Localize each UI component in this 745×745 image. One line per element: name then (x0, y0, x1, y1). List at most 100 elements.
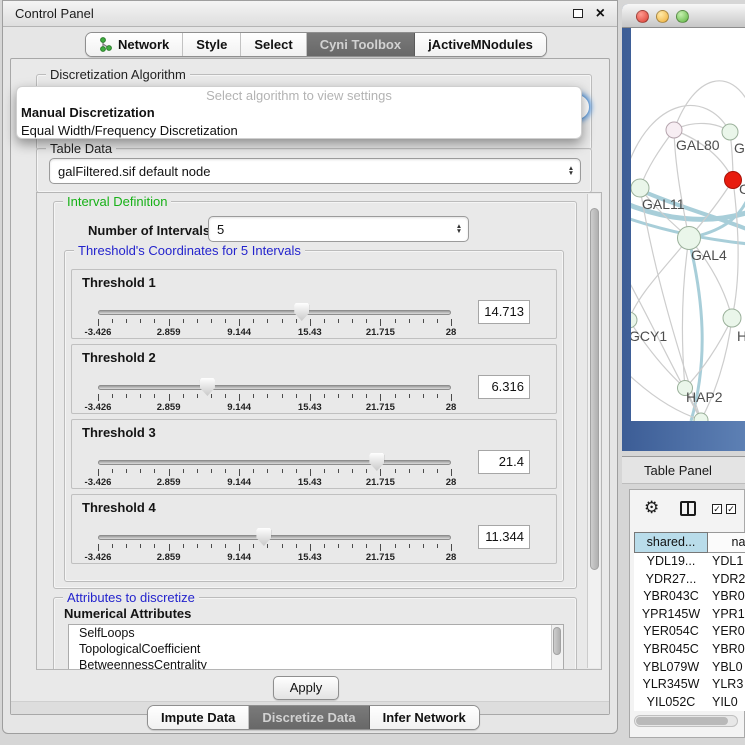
attribute-list-item-topologicalcoefficient[interactable]: TopologicalCoefficient (69, 641, 563, 657)
column-header-shared-[interactable]: shared... (634, 532, 708, 553)
major-tick (451, 544, 452, 551)
checkbox-icon[interactable]: ✓ (712, 504, 722, 514)
tab-label: Impute Data (161, 710, 235, 725)
minor-tick (437, 319, 438, 323)
apply-button[interactable]: Apply (273, 676, 339, 700)
slider-track[interactable] (98, 310, 451, 315)
node-label-ga: GA (734, 140, 745, 156)
discretization-algorithm-group-title: Discretization Algorithm (46, 67, 190, 82)
number-of-intervals-combobox[interactable]: 5 ▲▼ (208, 216, 469, 242)
minor-tick (126, 469, 127, 473)
slider-track[interactable] (98, 460, 451, 465)
table-row[interactable]: YER054CYER0 (634, 623, 745, 641)
tab-infer-network[interactable]: Infer Network (370, 706, 479, 729)
table-horizontal-scrollbar[interactable] (634, 715, 738, 727)
tab-select[interactable]: Select (241, 33, 306, 56)
bottom-tab-bar: Impute Data Discretize DataInfer Network (147, 705, 480, 730)
tab-style[interactable]: Style (183, 33, 241, 56)
tab-network[interactable]: Network (86, 33, 183, 56)
table-panel-title: Table Panel (644, 457, 712, 484)
major-tick (98, 469, 99, 476)
minor-tick (211, 469, 212, 473)
table-row[interactable]: YBR043CYBR0 (634, 588, 745, 606)
table-data-combobox[interactable]: galFiltered.sif default node ▲▼ (49, 158, 581, 184)
table-row[interactable]: YBL079WYBL0 (634, 659, 745, 677)
restore-icon[interactable] (573, 9, 583, 18)
settings-vertical-scrollbar[interactable] (587, 194, 600, 668)
table-cell: YLR345W (634, 676, 708, 694)
network-canvas[interactable]: GAL80GACGAL11GAL4GCY1HHAP2 (631, 28, 745, 421)
network-node-gal80[interactable] (666, 122, 682, 138)
dropdown-placeholder-item[interactable]: Select algorithm to view settings (17, 87, 581, 104)
dropdown-option-equal-width-frequency-discretization[interactable]: Equal Width/Frequency Discretization (17, 122, 581, 139)
minor-tick (324, 544, 325, 548)
minor-tick (437, 469, 438, 473)
tab-cyni-toolbox[interactable]: Cyni Toolbox (307, 33, 415, 56)
major-tick (310, 319, 311, 326)
threshold-value-field[interactable]: 14.713 (478, 300, 530, 324)
network-node-ga[interactable] (722, 124, 738, 140)
table-row[interactable]: YPR145WYPR1 (634, 606, 745, 624)
attribute-list-item-selfloops[interactable]: SelfLoops (69, 625, 563, 641)
slider-track[interactable] (98, 385, 451, 390)
table-row[interactable]: YDL19...YDL1 (634, 553, 745, 571)
top-tab-bar: NetworkStyleSelectCyni ToolboxjActiveMNo… (85, 32, 547, 57)
table-data-group: Table Data galFiltered.sif default node … (36, 148, 592, 193)
threshold-value-field[interactable]: 21.4 (478, 450, 530, 474)
number-of-intervals-label: Number of Intervals (88, 223, 210, 238)
network-node-h[interactable] (723, 309, 741, 327)
tab-discretize-data[interactable]: Discretize Data (249, 706, 369, 729)
network-node-gal11[interactable] (631, 179, 649, 197)
minimize-traffic-light[interactable] (656, 10, 669, 23)
node-attribute-table: shared...na YDL19...YDL1YDR27...YDR2YBR0… (634, 532, 745, 714)
minor-tick (154, 319, 155, 323)
tab-jactivemnodules[interactable]: jActiveMNodules (415, 33, 546, 56)
network-node-bottom-node[interactable] (694, 413, 708, 421)
table-row[interactable]: YBR045CYBR0 (634, 641, 745, 659)
network-window-titlebar[interactable] (622, 4, 745, 28)
slider-thumb[interactable] (369, 453, 384, 471)
tab-impute-data[interactable]: Impute Data (148, 706, 249, 729)
threshold-value-field[interactable]: 11.344 (478, 525, 530, 549)
minor-tick (423, 469, 424, 473)
table-row[interactable]: YLR345WYLR3 (634, 676, 745, 694)
major-tick (380, 469, 381, 476)
column-header-na[interactable]: na (708, 532, 745, 553)
tick-label: -3.426 (76, 552, 120, 563)
table-panel-titlebar[interactable]: Table Panel (622, 456, 745, 484)
control-panel-titlebar[interactable]: Control Panel × (3, 1, 617, 27)
slider-thumb[interactable] (200, 378, 215, 396)
slider-track[interactable] (98, 535, 451, 540)
tick-label: 21.715 (358, 327, 402, 338)
minor-tick (211, 394, 212, 398)
node-label-h: H (737, 328, 745, 344)
attributes-list-scrollbar[interactable] (551, 625, 563, 670)
table-hscrollbar-thumb[interactable] (636, 717, 728, 725)
minor-tick (409, 469, 410, 473)
table-cell: YDR27... (634, 571, 708, 589)
table-cell: YBR0 (708, 641, 745, 659)
threshold-value-field[interactable]: 6.316 (478, 375, 530, 399)
split-panel-icon[interactable] (680, 501, 696, 516)
network-edge (685, 318, 732, 388)
settings-scrollbar-thumb[interactable] (590, 208, 599, 570)
minor-tick (352, 544, 353, 548)
checkbox-icon[interactable]: ✓ (726, 504, 736, 514)
minor-tick (197, 319, 198, 323)
minor-tick (253, 469, 254, 473)
minor-tick (366, 394, 367, 398)
zoom-traffic-light[interactable] (676, 10, 689, 23)
table-row[interactable]: YIL052CYIL0 (634, 694, 745, 712)
close-icon[interactable]: × (596, 3, 605, 25)
slider-thumb[interactable] (256, 528, 271, 546)
attribute-list-item-betweennesscentrality[interactable]: BetweennessCentrality (69, 657, 563, 670)
dropdown-option-manual-discretization[interactable]: Manual Discretization (17, 104, 581, 122)
tick-label: 2.859 (147, 552, 191, 563)
attributes-scrollbar-thumb[interactable] (553, 627, 561, 655)
network-node-gcy1[interactable] (631, 312, 637, 328)
gear-icon[interactable]: ⚙ (644, 498, 659, 518)
minor-tick (338, 544, 339, 548)
close-traffic-light[interactable] (636, 10, 649, 23)
table-row[interactable]: YDR27...YDR2 (634, 571, 745, 589)
major-tick (239, 394, 240, 401)
